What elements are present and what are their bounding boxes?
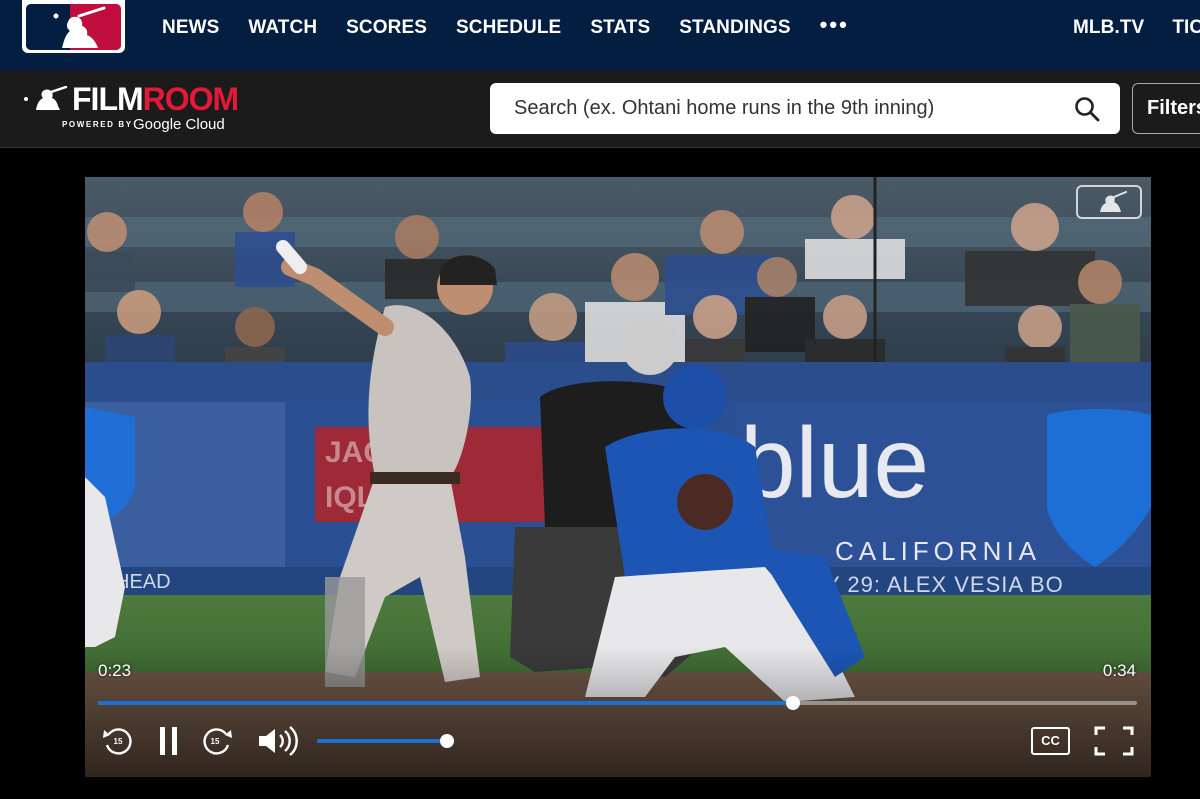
progress-bar[interactable] [98,696,1137,710]
nav-stats[interactable]: STATS [590,17,650,39]
nav-right-links: MLB.TV TICKETS [1073,0,1200,55]
nav-more-icon[interactable]: ••• [820,12,849,38]
volume-slider[interactable] [317,734,454,748]
svg-text:CALIFORNIA: CALIFORNIA [835,536,1041,566]
skip-back-seconds: 15 [113,737,123,746]
nav-tickets[interactable]: TICKETS [1172,17,1200,39]
brand-film-text: FILM [72,81,144,117]
search-icon[interactable] [1074,96,1100,122]
filmroom-logo[interactable]: FILMROOM POWERED BY Google Cloud [22,82,282,138]
current-time: 0:23 [98,661,132,680]
fullscreen-button[interactable] [1093,725,1135,762]
fullscreen-icon [1094,726,1134,756]
volume-fill [317,739,447,743]
search-box [490,83,1120,134]
skip-forward-seconds: 15 [210,737,220,746]
skip-back-button[interactable]: 15 [101,725,137,762]
nav-watch[interactable]: WATCH [248,17,317,39]
top-nav: NEWS WATCH SCORES SCHEDULE STATS STANDIN… [0,0,1200,70]
closed-captions-button[interactable]: CC [1031,727,1070,755]
nav-news[interactable]: NEWS [162,17,219,39]
pause-icon [160,727,177,755]
svg-text:blue: blue [740,407,929,519]
video-player[interactable]: JAQ UNI IQLO blue CALIFORNIA HEAD Y 29: … [85,177,1151,777]
volume-icon [259,726,298,756]
volume-button[interactable] [256,725,298,762]
batter-logo-icon [24,86,68,110]
nav-standings[interactable]: STANDINGS [679,17,790,39]
nav-schedule[interactable]: SCHEDULE [456,17,561,39]
total-duration: 0:34 [1102,661,1136,680]
google-cloud-text: Google Cloud [133,116,225,133]
volume-handle[interactable] [440,734,454,748]
mlb-watermark-icon [1076,185,1142,219]
search-input[interactable] [514,97,1054,120]
progress-fill [98,701,794,705]
nav-mlbtv[interactable]: MLB.TV [1073,17,1144,39]
filmroom-bar: FILMROOM POWERED BY Google Cloud Filters [0,70,1200,148]
nav-links: NEWS WATCH SCORES SCHEDULE STATS STANDIN… [162,0,849,55]
cc-icon: CC [1031,727,1070,755]
progress-handle[interactable] [786,696,801,710]
powered-by-text: POWERED BY [62,120,133,129]
skip-forward-button[interactable]: 15 [198,725,234,762]
filters-button[interactable]: Filters [1132,83,1200,134]
nav-scores[interactable]: SCORES [346,17,427,39]
brand-room-text: ROOM [142,81,240,117]
svg-text:Y 29: ALEX VESIA BO: Y 29: ALEX VESIA BO [825,572,1064,597]
controls-overlay [85,647,1151,777]
pause-button[interactable] [157,725,181,762]
mlb-logo[interactable] [22,0,125,53]
